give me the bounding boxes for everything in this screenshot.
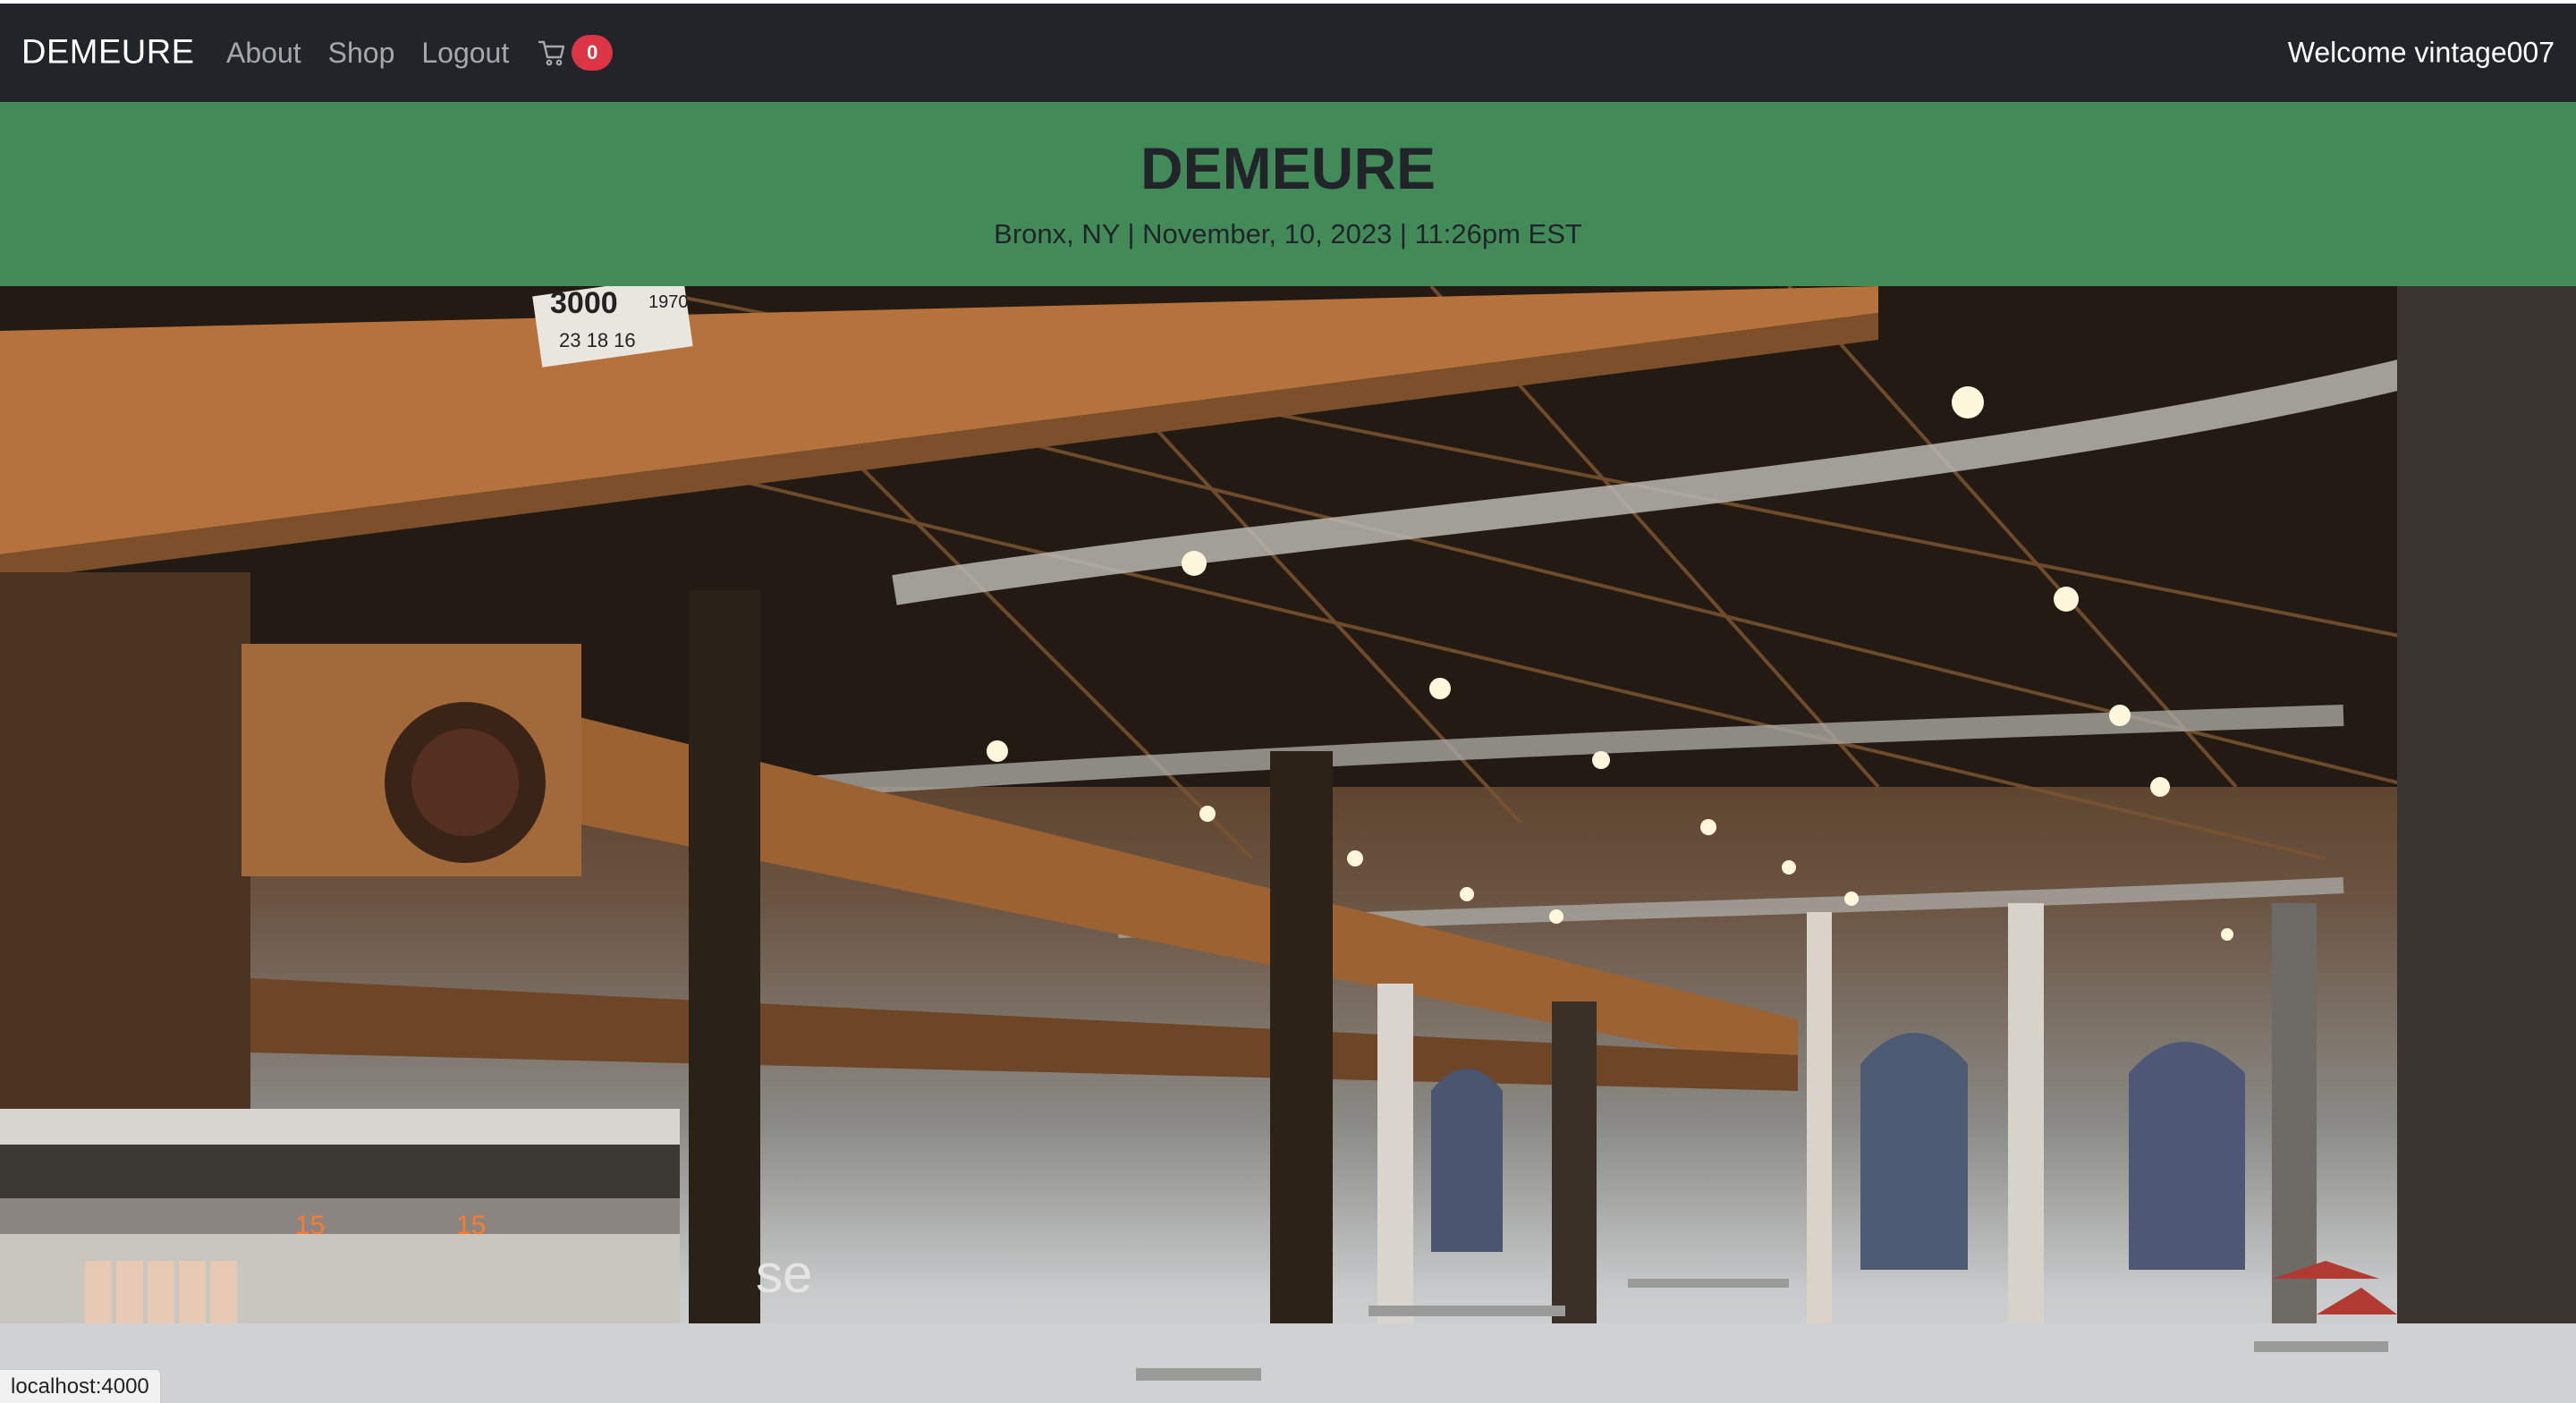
cart-icon xyxy=(538,40,565,66)
banner-subtitle: Bronx, NY | November, 10, 2023 | 11:26pm… xyxy=(994,218,1582,249)
nav-links: About Shop Logout 0 xyxy=(226,35,614,71)
hero-sign-3: 1970 xyxy=(648,292,689,312)
hero-banner: DEMEURE Bronx, NY | November, 10, 2023 |… xyxy=(0,102,2576,286)
status-url: localhost:4000 xyxy=(11,1373,149,1399)
nav-link-logout[interactable]: Logout xyxy=(421,37,509,70)
hero-image: 3000 23 18 16 1970 15 15 se xyxy=(0,286,2576,1403)
hero-sign-6: se xyxy=(756,1244,812,1304)
welcome-message: Welcome vintage007 xyxy=(2287,36,2555,69)
brand-link[interactable]: DEMEURE xyxy=(21,34,195,72)
cart-count-badge: 0 xyxy=(572,35,614,71)
industrial-hall-illustration: 3000 23 18 16 1970 15 15 se xyxy=(0,286,2576,1403)
cart-link[interactable]: 0 xyxy=(538,35,614,71)
browser-status-bar: localhost:4000 xyxy=(0,1369,161,1403)
nav-link-about[interactable]: About xyxy=(226,37,301,70)
hero-sign-1: 3000 xyxy=(550,286,618,320)
hero-sign-4: 15 xyxy=(295,1211,325,1240)
navbar: DEMEURE About Shop Logout 0 Welcome vint… xyxy=(0,4,2576,102)
banner-title: DEMEURE xyxy=(1140,135,1436,201)
hero-sign-5: 15 xyxy=(456,1211,486,1240)
hero-sign-2: 23 18 16 xyxy=(559,329,636,351)
nav-link-shop[interactable]: Shop xyxy=(328,37,395,70)
